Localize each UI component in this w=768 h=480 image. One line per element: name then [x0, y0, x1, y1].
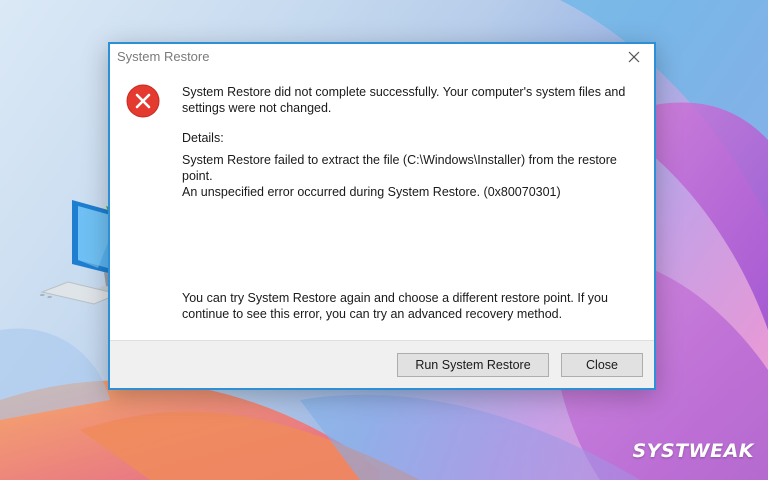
footer-message: You can try System Restore again and cho… — [182, 291, 608, 321]
close-icon[interactable] — [622, 46, 646, 68]
system-restore-dialog: System Restore System Restore did not co… — [108, 42, 656, 390]
error-main-message: System Restore did not complete successf… — [182, 85, 626, 115]
details-body: System Restore failed to extract the fil… — [182, 152, 630, 200]
dialog-button-bar: Run System Restore Close — [110, 340, 654, 388]
systweak-logo: SYSTWEAK — [632, 440, 754, 462]
details-line-2: An unspecified error occurred during Sys… — [182, 185, 561, 199]
close-button[interactable]: Close — [561, 353, 643, 377]
details-line-1: System Restore failed to extract the fil… — [182, 153, 617, 183]
details-label: Details: — [182, 131, 224, 145]
dialog-title: System Restore — [117, 49, 210, 64]
run-system-restore-button[interactable]: Run System Restore — [397, 353, 549, 377]
dialog-titlebar[interactable]: System Restore — [110, 44, 654, 70]
error-circle-icon — [126, 84, 160, 118]
